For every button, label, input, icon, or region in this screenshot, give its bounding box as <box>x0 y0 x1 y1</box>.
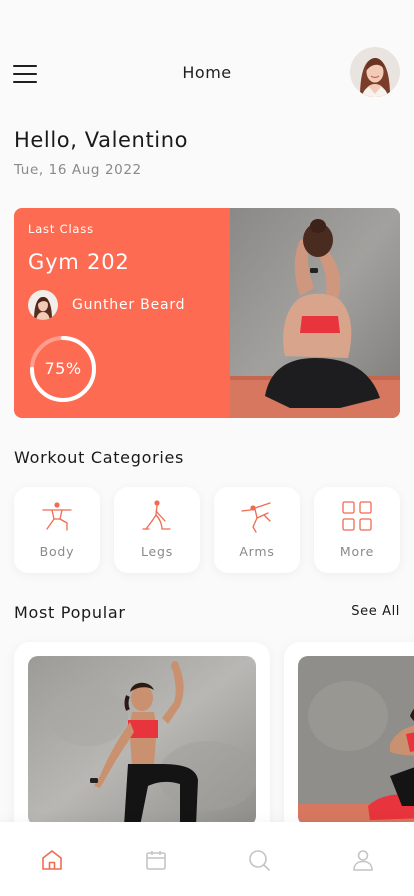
workout-photo <box>28 656 256 826</box>
body-pose-icon <box>42 502 72 531</box>
last-class-photo <box>230 208 400 418</box>
see-all-link[interactable]: See All <box>351 604 400 619</box>
coach-name: Gunther Beard <box>72 297 186 313</box>
category-legs[interactable]: Legs <box>114 487 200 573</box>
last-class-info: Last Class Gym 202 Gunther Beard 75% <box>14 208 230 418</box>
last-class-label: Last Class <box>28 222 94 236</box>
grid-icon <box>342 501 372 531</box>
last-class-card[interactable]: Last Class Gym 202 Gunther Beard 75% <box>14 208 400 418</box>
workout-categories-title: Workout Categories <box>14 448 185 467</box>
category-label: Body <box>39 544 75 559</box>
calendar-icon[interactable] <box>144 848 168 872</box>
legs-pose-icon <box>142 500 171 530</box>
arms-pose-icon <box>241 502 271 533</box>
user-avatar[interactable] <box>350 47 400 97</box>
workout-photo <box>298 656 414 826</box>
search-icon[interactable] <box>247 848 271 872</box>
most-popular-title: Most Popular <box>14 603 126 622</box>
category-body[interactable]: Body <box>14 487 100 573</box>
greeting-heading: Hello, Valentino <box>14 128 189 152</box>
category-label: Arms <box>239 544 275 559</box>
coach-avatar <box>28 290 58 320</box>
category-label: Legs <box>140 544 174 559</box>
category-more[interactable]: More <box>314 487 400 573</box>
top-bar: Home <box>0 46 414 102</box>
progress-percent: 75% <box>44 359 82 378</box>
category-label: More <box>339 544 375 559</box>
current-date: Tue, 16 Aug 2022 <box>14 162 142 178</box>
profile-icon[interactable] <box>351 848 375 872</box>
bottom-navigation <box>0 822 414 896</box>
home-icon[interactable] <box>40 848 64 872</box>
category-arms[interactable]: Arms <box>214 487 300 573</box>
class-name: Gym 202 <box>28 250 130 274</box>
